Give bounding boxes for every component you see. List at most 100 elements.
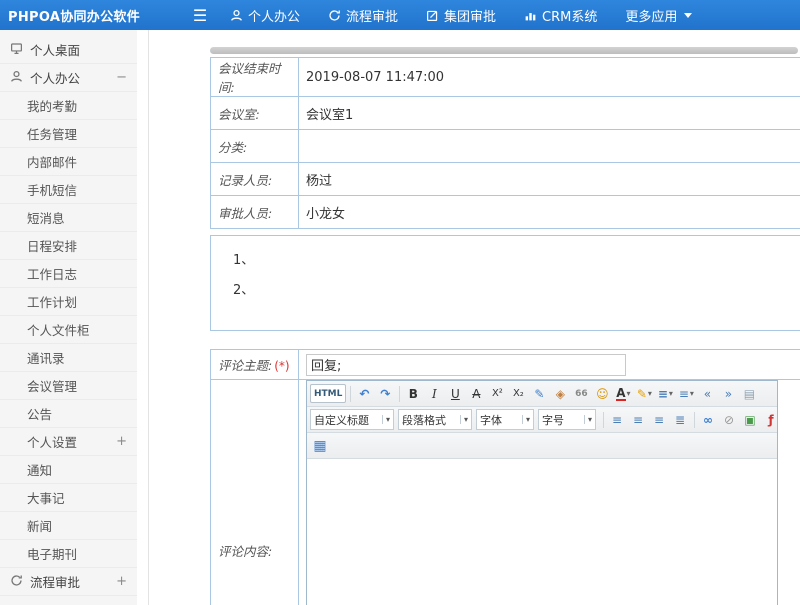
sidebar-item-personal-office[interactable]: 个人办公 − xyxy=(0,64,137,92)
undo-button[interactable]: ↶ xyxy=(354,383,374,404)
unordered-list-button[interactable]: ≡▾ xyxy=(676,383,696,404)
sidebar-item-personal-desktop[interactable]: 个人桌面 xyxy=(0,36,137,64)
outdent-button[interactable]: « xyxy=(697,383,717,404)
field-label-recorder: 记录人员: xyxy=(211,163,299,196)
sidebar-item-label: 日程安排 xyxy=(27,236,77,255)
nav-label: 流程审批 xyxy=(346,6,398,25)
paragraph-format-select[interactable]: 段落格式▾ xyxy=(398,409,472,430)
sidebar-item-meeting-management[interactable]: 会议管理 xyxy=(0,372,137,400)
sidebar-item-personal-settings[interactable]: 个人设置+ xyxy=(0,428,137,456)
field-value-end-time: 2019-08-07 11:47:00 xyxy=(299,58,800,97)
source-code-button[interactable]: HTML xyxy=(310,384,346,403)
sidebar-item-short-message[interactable]: 短消息 xyxy=(0,204,137,232)
underline-button[interactable]: U xyxy=(445,383,465,404)
sidebar-item-label: 短消息 xyxy=(27,208,65,227)
chevron-down-icon xyxy=(684,13,692,18)
sidebar-item-work-plan[interactable]: 工作计划 xyxy=(0,288,137,316)
nav-item-personal-office[interactable]: 个人办公 xyxy=(230,6,300,25)
italic-button[interactable]: I xyxy=(424,383,444,404)
horizontal-scrollbar[interactable] xyxy=(210,47,798,54)
editor-toolbar-row3: ▦ xyxy=(307,433,777,459)
custom-heading-select[interactable]: 自定义标题▾ xyxy=(310,409,394,430)
sidebar-item-news[interactable]: 新闻 xyxy=(0,512,137,540)
page-document-icon[interactable]: ▤ xyxy=(739,383,759,404)
format-painter-icon[interactable]: ✎ xyxy=(529,383,549,404)
comment-table: 评论主题:(*) 评论内容: HTML ↶ ↷ xyxy=(210,349,800,605)
font-size-select[interactable]: 字号▾ xyxy=(538,409,596,430)
sidebar-item-work-log[interactable]: 工作日志 xyxy=(0,260,137,288)
sidebar-item-label: 个人文件柜 xyxy=(27,320,90,339)
superscript-button[interactable]: X² xyxy=(487,383,507,404)
sidebar-item-workflow-approval[interactable]: 流程审批 + xyxy=(0,568,137,596)
nav-item-workflow-approval[interactable]: 流程审批 xyxy=(328,6,398,25)
sidebar-item-mobile-sms[interactable]: 手机短信 xyxy=(0,176,137,204)
required-mark: (*) xyxy=(274,359,289,373)
sidebar-item-personal-file-cabinet[interactable]: 个人文件柜 xyxy=(0,316,137,344)
indent-button[interactable]: » xyxy=(718,383,738,404)
align-justify-icon[interactable]: ≣ xyxy=(670,409,690,430)
sidebar-item-e-journal[interactable]: 电子期刊 xyxy=(0,540,137,568)
nav-item-more-apps[interactable]: 更多应用 xyxy=(625,6,692,25)
sidebar-item-label: 通讯录 xyxy=(27,348,65,367)
insert-table-icon[interactable]: ▦ xyxy=(310,435,330,456)
hamburger-menu-icon[interactable]: ☰ xyxy=(186,6,214,25)
ordered-list-icon: ≡ xyxy=(658,387,668,401)
insert-image-icon[interactable]: ▣ xyxy=(740,409,760,430)
unlink-icon[interactable]: ⊘ xyxy=(719,409,739,430)
sidebar-item-announcement[interactable]: 公告 xyxy=(0,400,137,428)
field-value-approver: 小龙女 xyxy=(299,196,800,229)
sidebar-item-notification[interactable]: 通知 xyxy=(0,456,137,484)
table-row: 分类: xyxy=(211,130,800,163)
sidebar-item-contacts[interactable]: 通讯录 xyxy=(0,344,137,372)
table-row: 评论内容: HTML ↶ ↷ B I U A xyxy=(211,380,800,605)
sidebar-item-label: 新闻 xyxy=(27,516,52,535)
align-center-icon[interactable]: ≡ xyxy=(628,409,648,430)
bold-button[interactable]: B xyxy=(403,383,423,404)
ordered-list-button[interactable]: ≡▾ xyxy=(655,383,675,404)
caret-down-icon: ▾ xyxy=(522,415,530,424)
comment-content-editor[interactable] xyxy=(307,459,777,605)
strikethrough-button[interactable]: A xyxy=(466,383,486,404)
align-right-icon[interactable]: ≡ xyxy=(649,409,669,430)
top-nav: 个人办公 流程审批 集团审批 CRM系统 更多应用 xyxy=(230,6,720,25)
caret-down-icon: ▾ xyxy=(460,415,468,424)
subscript-button[interactable]: X₂ xyxy=(508,383,528,404)
align-left-icon[interactable]: ≡ xyxy=(607,409,627,430)
sidebar-item-schedule[interactable]: 日程安排 xyxy=(0,232,137,260)
link-icon[interactable]: ∞ xyxy=(698,409,718,430)
sidebar-item-label: 大事记 xyxy=(27,488,65,507)
redo-button[interactable]: ↷ xyxy=(375,383,395,404)
highlight-color-button[interactable]: ✎▾ xyxy=(634,383,654,404)
insert-flash-icon[interactable]: ƒ xyxy=(761,409,777,430)
font-color-icon: A xyxy=(616,387,625,401)
sidebar-item-memorabilia[interactable]: 大事记 xyxy=(0,484,137,512)
field-label-end-time: 会议结束时间: xyxy=(211,58,299,97)
sidebar-item-task-management[interactable]: 任务管理 xyxy=(0,120,137,148)
content-line: 2、 xyxy=(233,276,800,306)
field-value-category xyxy=(299,130,800,163)
toolbar-separator xyxy=(603,412,604,428)
table-row: 会议室: 会议室1 xyxy=(211,97,800,130)
sidebar-item-internal-mail[interactable]: 内部邮件 xyxy=(0,148,137,176)
table-row: 评论主题:(*) xyxy=(211,350,800,380)
nav-item-crm[interactable]: CRM系统 xyxy=(524,6,597,25)
sidebar-item-label: 我的考勤 xyxy=(27,96,77,115)
expand-icon[interactable]: + xyxy=(116,434,127,449)
blockquote-button[interactable]: 66 xyxy=(571,383,591,404)
app-logo: PHPOA协同办公软件 xyxy=(0,6,186,25)
editor-toolbar-row1: HTML ↶ ↷ B I U A X² X₂ ✎ ◈ xyxy=(307,381,777,407)
sidebar-item-label: 内部邮件 xyxy=(27,152,77,171)
caret-down-icon: ▾ xyxy=(690,389,694,398)
font-family-select[interactable]: 字体▾ xyxy=(476,409,534,430)
horizontal-scrollbar-thumb[interactable] xyxy=(210,47,798,54)
expand-icon[interactable]: + xyxy=(116,574,127,589)
remove-format-icon[interactable]: ◈ xyxy=(550,383,570,404)
workflow-icon xyxy=(10,574,23,590)
sidebar-item-my-attendance[interactable]: 我的考勤 xyxy=(0,92,137,120)
emoticons-icon[interactable]: ☺ xyxy=(592,383,612,404)
collapse-icon[interactable]: − xyxy=(116,70,127,85)
editor-toolbar-row2: 自定义标题▾ 段落格式▾ 字体▾ 字号▾ ≡ ≡ ≡ ≣ ∞ ⊘ xyxy=(307,407,777,433)
comment-subject-input[interactable] xyxy=(306,354,626,376)
nav-item-group-approval[interactable]: 集团审批 xyxy=(426,6,496,25)
font-color-button[interactable]: A▾ xyxy=(613,383,633,404)
